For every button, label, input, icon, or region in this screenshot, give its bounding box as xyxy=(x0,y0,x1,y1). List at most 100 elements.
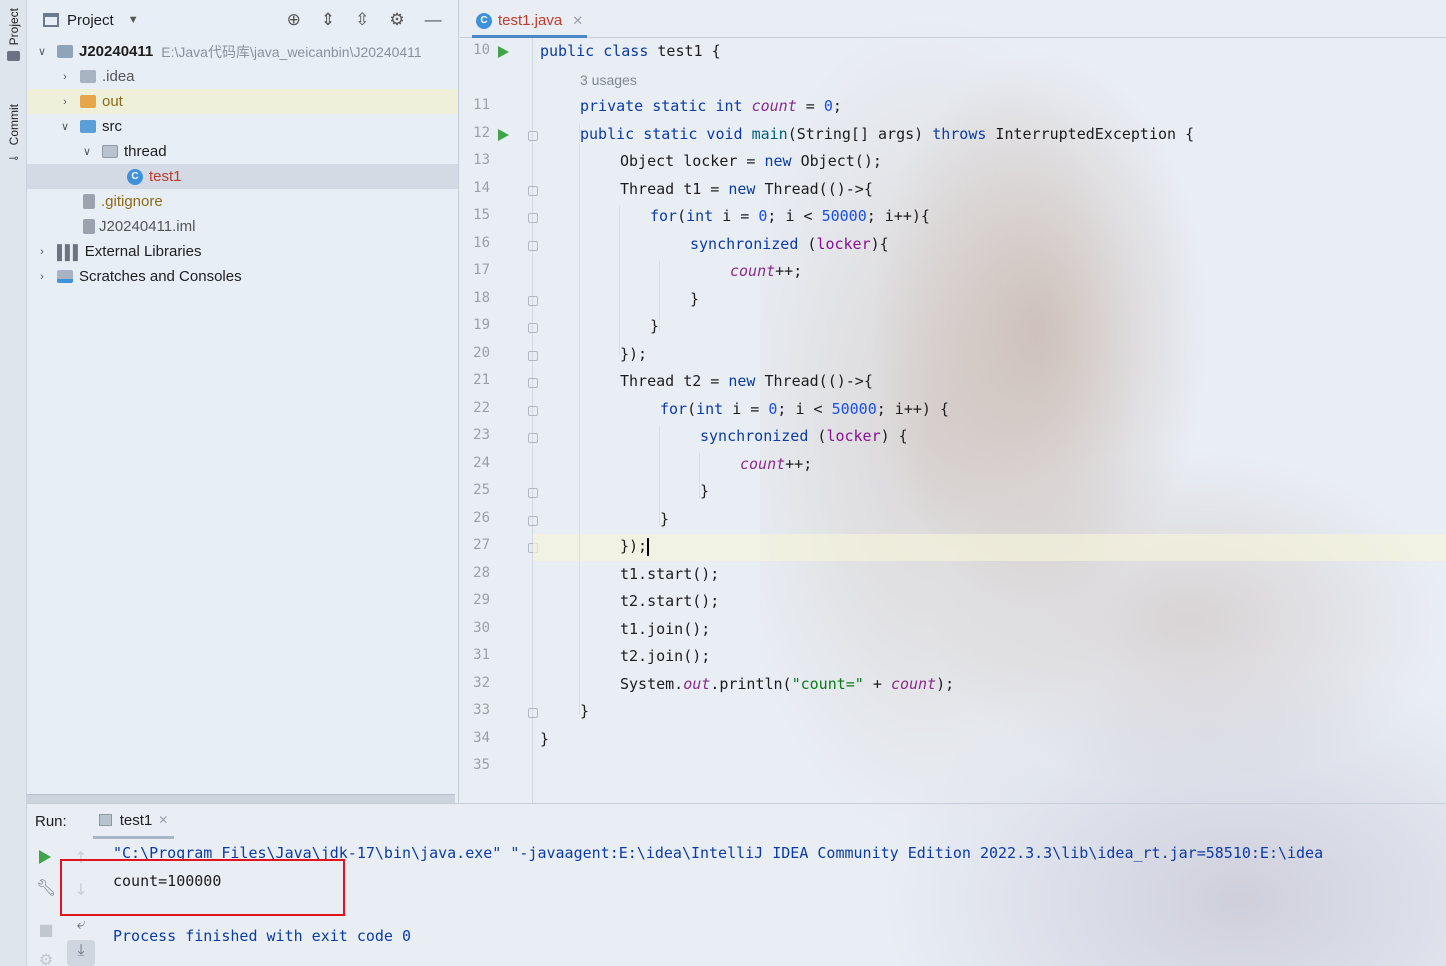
code-line-20: }); xyxy=(620,345,648,363)
chevron-down-icon[interactable]: ∨ xyxy=(35,45,49,58)
source-folder-icon xyxy=(80,120,96,133)
line-number: 35 xyxy=(473,757,490,773)
expand-all-icon[interactable]: ⇕ xyxy=(321,10,335,30)
close-icon[interactable]: ✕ xyxy=(572,13,583,29)
iml-file-icon xyxy=(83,219,95,234)
stop-icon[interactable]: ■ xyxy=(36,920,56,939)
code-line-19: } xyxy=(650,317,660,335)
gear-icon[interactable]: ⚙ xyxy=(389,10,404,30)
tree-item-iml[interactable]: J20240411.iml xyxy=(27,214,458,239)
code-line-22: for(int i = 0; i < 50000; i++) { xyxy=(660,400,949,418)
project-tool-button[interactable]: Project xyxy=(3,8,24,62)
tree-label: .idea xyxy=(102,68,135,85)
code-line-30: t1.join(); xyxy=(620,620,711,638)
commit-icon: ⊸ xyxy=(8,151,19,166)
indent-guide xyxy=(619,206,620,356)
tab-label: test1.java xyxy=(498,12,563,29)
scroll-to-end-icon[interactable]: ⤓ xyxy=(67,940,95,966)
tree-item-root[interactable]: ∨ J20240411 E:\Java代码库\java_weicanbin\J2… xyxy=(27,39,458,64)
tree-label: src xyxy=(102,118,122,135)
chevron-down-icon[interactable]: ∨ xyxy=(80,145,94,158)
settings-icon[interactable]: ⚙ xyxy=(36,950,56,966)
minimize-icon[interactable]: — xyxy=(425,10,442,30)
line-number: 34 xyxy=(473,730,490,746)
chevron-down-icon[interactable]: ∨ xyxy=(58,120,72,133)
tree-item-idea[interactable]: › .idea xyxy=(27,64,458,89)
commit-tool-button[interactable]: Commit ⊸ xyxy=(3,104,24,165)
line-number: 20 xyxy=(473,345,490,361)
scratches-icon xyxy=(57,270,73,283)
ignore-file-icon xyxy=(83,194,95,209)
code-line-23: synchronized (locker) { xyxy=(700,427,908,445)
line-number: 11 xyxy=(473,97,490,113)
tree-label: test1 xyxy=(149,168,182,185)
class-icon: C xyxy=(127,168,143,185)
root-label: J20240411 xyxy=(79,43,154,60)
line-number: 22 xyxy=(473,400,490,416)
horizontal-scrollbar[interactable] xyxy=(27,794,455,803)
code-line-24: count++; xyxy=(740,455,813,473)
folder-icon xyxy=(80,95,96,108)
highlight-box xyxy=(60,859,345,916)
line-number: 24 xyxy=(473,455,490,471)
code-line-14: Thread t1 = new Thread(()->{ xyxy=(620,180,873,198)
run-icon[interactable] xyxy=(498,129,509,141)
tree-item-scratches[interactable]: › Scratches and Consoles xyxy=(27,264,458,289)
tree-item-test1[interactable]: C test1 xyxy=(27,164,458,189)
tree-item-external-libraries[interactable]: › ▌▌▌ External Libraries xyxy=(27,239,458,264)
tab-test1-java[interactable]: C test1.java ✕ xyxy=(472,6,588,38)
editor-tab-bar: C test1.java ✕ xyxy=(460,0,1446,38)
run-panel: Run: test1 ✕ 🔧︎ ■ ⚙ ↑ ↓ ⤶ ⤓ "C:\Program … xyxy=(27,803,1446,966)
tree-item-src[interactable]: ∨ src xyxy=(27,114,458,139)
line-number: 12 xyxy=(473,125,490,141)
tool-window-strip: Project Commit ⊸ xyxy=(0,0,27,966)
soft-wrap-icon[interactable]: ⤶ xyxy=(71,914,91,934)
code-line-31: t2.join(); xyxy=(620,647,711,665)
tree-label: Scratches and Consoles xyxy=(79,268,242,285)
line-number: 23 xyxy=(473,427,490,443)
rerun-icon[interactable] xyxy=(39,850,51,864)
root-path: E:\Java代码库\java_weicanbin\J20240411 xyxy=(161,43,422,60)
run-icon[interactable] xyxy=(498,46,509,58)
code-editor[interactable]: public class test1 { 3 usages private st… xyxy=(533,38,1446,803)
code-line-29: t2.start(); xyxy=(620,592,720,610)
project-panel: Project ▼ ⊕ ⇕ ⇳ ⚙ — ∨ J20240411 E:\Java代… xyxy=(27,0,459,803)
tree-item-gitignore[interactable]: .gitignore xyxy=(27,189,458,214)
code-line-18: } xyxy=(690,290,700,308)
code-line-16: synchronized (locker){ xyxy=(690,235,889,253)
run-panel-header: Run: test1 ✕ xyxy=(27,804,1446,839)
console-exit-message: Process finished with exit code 0 xyxy=(113,927,412,945)
run-tab-test1[interactable]: test1 ✕ xyxy=(92,804,175,839)
collapse-all-icon[interactable]: ⇳ xyxy=(355,10,369,30)
code-line-27: }); xyxy=(620,537,650,556)
chevron-right-icon[interactable]: › xyxy=(58,71,72,83)
close-icon[interactable]: ✕ xyxy=(158,813,168,827)
indent-guide xyxy=(659,261,660,331)
chevron-right-icon[interactable]: › xyxy=(58,96,72,108)
line-number: 29 xyxy=(473,592,490,608)
console-icon xyxy=(98,814,112,826)
line-number: 15 xyxy=(473,207,490,223)
code-line-34: } xyxy=(540,730,550,748)
project-view-icon xyxy=(43,13,59,27)
usages-hint[interactable]: 3 usages xyxy=(580,67,637,94)
chevron-right-icon[interactable]: › xyxy=(35,246,49,258)
tree-label: .gitignore xyxy=(101,193,163,210)
line-number: 30 xyxy=(473,620,490,636)
project-view-selector[interactable]: Project xyxy=(67,12,114,29)
code-line-26: } xyxy=(660,510,670,528)
code-line-12: public static void main(String[] args) t… xyxy=(580,125,1195,143)
line-number: 19 xyxy=(473,317,490,333)
code-line-21: Thread t2 = new Thread(()->{ xyxy=(620,372,873,390)
package-icon xyxy=(102,145,118,158)
crosshair-icon[interactable]: ⊕ xyxy=(287,10,301,30)
tree-item-out[interactable]: › out xyxy=(27,89,458,114)
indent-guide xyxy=(579,124,580,714)
wrench-icon[interactable]: 🔧︎ xyxy=(36,878,56,897)
chevron-right-icon[interactable]: › xyxy=(35,271,49,283)
tree-label: J20240411.iml xyxy=(99,218,196,235)
chevron-down-icon[interactable]: ▼ xyxy=(128,14,139,26)
tree-item-thread[interactable]: ∨ thread xyxy=(27,139,458,164)
run-tab-label: test1 xyxy=(119,811,153,829)
current-line-highlight xyxy=(533,534,1446,561)
